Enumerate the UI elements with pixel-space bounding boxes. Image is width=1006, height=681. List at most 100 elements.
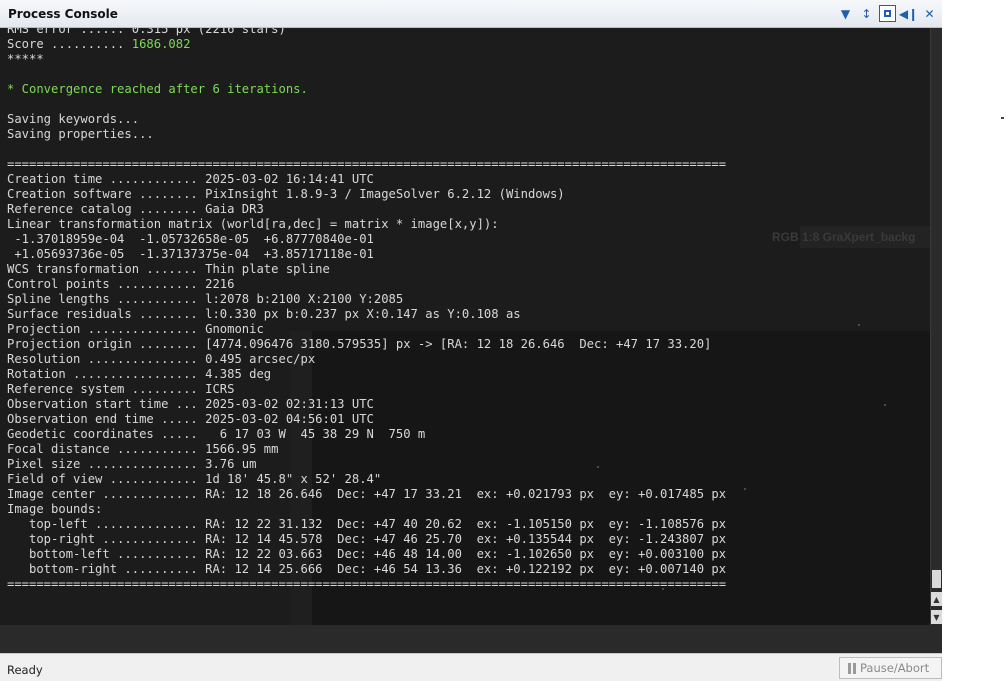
titlebar: Process Console ▼ ↕ ◀❙ ✕ xyxy=(0,0,942,28)
console-line: -1.37018959e-04 -1.05732658e-05 +6.87770… xyxy=(7,232,726,247)
scroll-up-icon[interactable]: ▲ xyxy=(931,592,942,606)
console-line: Reference system ......... ICRS xyxy=(7,382,726,397)
console-line-text: Observation end time ..... 2025-03-02 04… xyxy=(7,412,374,426)
console-line-text: bottom-right .......... RA: 12 14 25.666… xyxy=(7,562,727,576)
console-line: Surface residuals ........ l:0.330 px b:… xyxy=(7,307,726,322)
console-line-text: Surface residuals ........ l:0.330 px b:… xyxy=(7,307,521,321)
edge-mark xyxy=(1001,117,1004,119)
console-line-text: Observation start time ... 2025-03-02 02… xyxy=(7,397,374,411)
console-line: Saving properties... xyxy=(7,127,726,142)
console-line-text: Spline lengths ........... l:2078 b:2100… xyxy=(7,292,404,306)
console-line: Creation software ........ PixInsight 1.… xyxy=(7,187,726,202)
scroll-down-icon[interactable]: ▼ xyxy=(931,610,942,624)
console-output[interactable]: RGB 1:8 GraXpert_backg RMS error ...... … xyxy=(0,28,930,625)
console-line: Creation time ............ 2025-03-02 16… xyxy=(7,172,726,187)
console-footer-area xyxy=(0,625,942,653)
console-line: Image center ............. RA: 12 18 26.… xyxy=(7,487,726,502)
console-line: RMS error ...... 0.315 px (2216 stars) xyxy=(7,28,726,37)
console-line-text: Reference catalog ........ Gaia DR3 xyxy=(7,202,264,216)
background-star xyxy=(884,404,886,406)
console-line-text: WCS transformation ....... Thin plate sp… xyxy=(7,262,330,276)
window-title: Process Console xyxy=(8,7,118,21)
console-line: Focal distance ........... 1566.95 mm xyxy=(7,442,726,457)
background-star xyxy=(858,324,860,326)
console-line: ========================================… xyxy=(7,577,726,592)
console-line: ========================================… xyxy=(7,157,726,172)
console-line-text: Score .......... xyxy=(7,37,132,51)
console-line-text: Projection origin ........ [4774.096476 … xyxy=(7,337,712,351)
console-line-text: -1.37018959e-04 -1.05732658e-05 +6.87770… xyxy=(7,232,374,246)
process-console-window: Process Console ▼ ↕ ◀❙ ✕ RGB 1:8 GraXper… xyxy=(0,0,942,681)
console-line: Projection origin ........ [4774.096476 … xyxy=(7,337,726,352)
console-line-text: Pixel size ............... 3.76 um xyxy=(7,457,257,471)
console-line-text: Creation software ........ PixInsight 1.… xyxy=(7,187,565,201)
close-icon[interactable]: ✕ xyxy=(921,5,938,22)
console-line: top-right ............. RA: 12 14 45.578… xyxy=(7,532,726,547)
console-line: Geodetic coordinates ..... 6 17 03 W 45 … xyxy=(7,427,726,442)
pause-abort-label: Pause/Abort xyxy=(860,661,930,675)
console-line-text: Image center ............. RA: 12 18 26.… xyxy=(7,487,727,501)
console-line: ***** xyxy=(7,52,726,67)
resize-vertical-icon[interactable]: ↕ xyxy=(858,5,875,22)
console-line: Image bounds: xyxy=(7,502,726,517)
statusbar: Ready Pause/Abort xyxy=(0,653,942,681)
console-line-text: bottom-left ........... RA: 12 22 03.663… xyxy=(7,547,727,561)
console-line: Rotation ................. 4.385 deg xyxy=(7,367,726,382)
console-line: Pixel size ............... 3.76 um xyxy=(7,457,726,472)
console-text: RMS error ...... 0.315 px (2216 stars) Sc… xyxy=(7,28,726,592)
console-line: bottom-right .......... RA: 12 14 25.666… xyxy=(7,562,726,577)
console-line-text: Geodetic coordinates ..... 6 17 03 W 45 … xyxy=(7,427,426,441)
console-line: Spline lengths ........... l:2078 b:2100… xyxy=(7,292,726,307)
console-line: Score .......... 1686.082 xyxy=(7,37,726,52)
console-line: Resolution ............... 0.495 arcsec/… xyxy=(7,352,726,367)
console-line: Observation start time ... 2025-03-02 02… xyxy=(7,397,726,412)
console-line-text: Linear transformation matrix (world[ra,d… xyxy=(7,217,499,231)
console-line-text: ***** xyxy=(7,52,44,66)
console-line-text: Rotation ................. 4.385 deg xyxy=(7,367,272,381)
pause-icon xyxy=(848,662,856,674)
undock-icon[interactable]: ◀❙ xyxy=(899,5,918,22)
console-line-text: ========================================… xyxy=(7,157,727,171)
console-line: Linear transformation matrix (world[ra,d… xyxy=(7,217,726,232)
console-line: Field of view ............ 1d 18' 45.8" … xyxy=(7,472,726,487)
window-controls: ▼ ↕ ◀❙ ✕ xyxy=(837,5,938,22)
pause-abort-button[interactable]: Pause/Abort xyxy=(839,657,942,679)
console-line-text: +1.05693736e-05 -1.37137375e-04 +3.85717… xyxy=(7,247,374,261)
console-line-text: Creation time ............ 2025-03-02 16… xyxy=(7,172,374,186)
console-line: bottom-left ........... RA: 12 22 03.663… xyxy=(7,547,726,562)
console-line: top-left .............. RA: 12 22 31.132… xyxy=(7,517,726,532)
float-icon[interactable] xyxy=(879,5,896,22)
background-star xyxy=(744,488,746,490)
scrollbar-thumb[interactable] xyxy=(932,570,941,588)
console-line: Saving keywords... xyxy=(7,112,726,127)
console-line: WCS transformation ....... Thin plate sp… xyxy=(7,262,726,277)
console-line-text: Projection ............... Gnomonic xyxy=(7,322,264,336)
console-line-text: RMS error ...... 0.315 px (2216 stars) xyxy=(7,28,286,36)
console-line: Reference catalog ........ Gaia DR3 xyxy=(7,202,726,217)
console-line: Control points ........... 2216 xyxy=(7,277,726,292)
chevron-down-icon[interactable]: ▼ xyxy=(837,5,854,22)
console-line: Projection ............... Gnomonic xyxy=(7,322,726,337)
vertical-scrollbar[interactable]: ▲ ▼ xyxy=(930,28,942,625)
console-line-text: Field of view ............ 1d 18' 45.8" … xyxy=(7,472,382,486)
console-line: Observation end time ..... 2025-03-02 04… xyxy=(7,412,726,427)
status-text: Ready xyxy=(7,663,43,677)
console-line-text: Saving keywords... xyxy=(7,112,140,126)
console-line-text: Resolution ............... 0.495 arcsec/… xyxy=(7,352,316,366)
console-line-text: * Convergence reached after 6 iterations… xyxy=(7,82,308,96)
console-line: * Convergence reached after 6 iterations… xyxy=(7,82,726,97)
console-line: +1.05693736e-05 -1.37137375e-04 +3.85717… xyxy=(7,247,726,262)
console-line-value: 1686.082 xyxy=(131,37,191,51)
console-line-text: top-right ............. RA: 12 14 45.578… xyxy=(7,532,727,546)
console-line-text: Saving properties... xyxy=(7,127,154,141)
console-line-text: Reference system ......... ICRS xyxy=(7,382,235,396)
console-line-text: Focal distance ........... 1566.95 mm xyxy=(7,442,279,456)
console-line-text: top-left .............. RA: 12 22 31.132… xyxy=(7,517,727,531)
console-line-text: Control points ........... 2216 xyxy=(7,277,235,291)
background-image-label: RGB 1:8 GraXpert_backg xyxy=(772,230,916,244)
console-line-text: Image bounds: xyxy=(7,502,103,516)
console-line-text: ========================================… xyxy=(7,577,727,591)
